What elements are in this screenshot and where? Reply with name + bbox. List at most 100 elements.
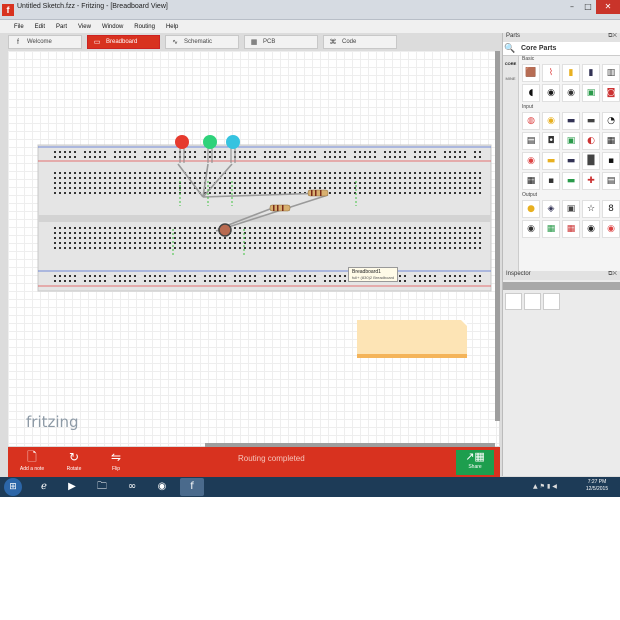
rotate-button[interactable]: ↻ Rotate <box>54 450 94 472</box>
canvas-vertical-scrollbar[interactable] <box>495 51 500 421</box>
part-icon[interactable]: ◙ <box>602 84 620 102</box>
file-explorer-icon[interactable]: 🗀 <box>90 478 114 496</box>
breadboard-hole <box>69 151 71 153</box>
breadboard-hole <box>124 187 126 189</box>
part-icon[interactable]: ▦ <box>562 220 580 238</box>
part-icon[interactable]: ▦ <box>542 220 560 238</box>
tab-schematic[interactable]: ∿ Schematic <box>165 35 239 49</box>
part-icon[interactable]: ▦ <box>522 172 540 190</box>
part-icon[interactable]: ✚ <box>582 172 600 190</box>
flip-button[interactable]: ⇋ Flip <box>96 450 136 472</box>
start-button-icon[interactable]: ⊞ <box>4 478 22 496</box>
part-icon[interactable]: ⌇ <box>542 64 560 82</box>
breadboard-hole <box>94 275 96 277</box>
bin-tab[interactable] <box>503 221 518 236</box>
tab-welcome[interactable]: f Welcome <box>8 35 82 49</box>
part-icon[interactable]: ◍ <box>522 112 540 130</box>
arduino-icon[interactable]: ∞ <box>120 478 144 496</box>
fritzing-taskbar-icon[interactable]: f <box>180 478 204 496</box>
part-icon[interactable]: ▪ <box>542 172 560 190</box>
bin-tab[interactable] <box>503 236 518 251</box>
part-icon[interactable]: ◉ <box>582 220 600 238</box>
breadboard-hole <box>344 275 346 277</box>
part-icon[interactable]: ◉ <box>522 152 540 170</box>
menu-window[interactable]: Window <box>102 24 123 30</box>
part-icon[interactable]: ◉ <box>602 220 620 238</box>
part-icon[interactable]: ▬ <box>542 152 560 170</box>
media-player-icon[interactable]: ▶ <box>60 478 84 496</box>
bin-tab[interactable] <box>503 131 518 146</box>
bin-tab[interactable] <box>503 206 518 221</box>
search-icon[interactable]: 🔍 <box>503 44 517 54</box>
breadboard-hole <box>119 151 121 153</box>
part-icon[interactable]: ◈ <box>542 200 560 218</box>
part-icon[interactable]: ▣ <box>582 84 600 102</box>
part-icon[interactable]: ◉ <box>542 84 560 102</box>
part-icon[interactable]: ● <box>522 200 540 218</box>
part-icon[interactable]: 8 <box>602 200 620 218</box>
menu-part[interactable]: Part <box>56 24 67 30</box>
menu-edit[interactable]: Edit <box>35 24 45 30</box>
system-tray-icons[interactable]: ▲⚑▮◀ <box>533 483 559 490</box>
sticky-note[interactable] <box>357 320 467 358</box>
menu-routing[interactable]: Routing <box>134 24 155 30</box>
bin-tab[interactable] <box>503 116 518 131</box>
part-icon[interactable]: ▣ <box>562 200 580 218</box>
part-icon[interactable]: ▬ <box>562 172 580 190</box>
part-icon[interactable]: 🟫 <box>522 64 540 82</box>
menu-view[interactable]: View <box>78 24 91 30</box>
part-icon[interactable]: ☆ <box>582 200 600 218</box>
part-icon[interactable]: ▬ <box>582 112 600 130</box>
bin-tab[interactable] <box>503 251 518 266</box>
chrome-icon[interactable]: ◉ <box>150 478 174 496</box>
breadboard-hole <box>344 177 346 179</box>
tab-pcb[interactable]: ▦ PCB <box>244 35 318 49</box>
part-icon[interactable]: ▬ <box>562 152 580 170</box>
share-button[interactable]: ↗▦ Share <box>456 450 494 475</box>
add-note-button[interactable]: 🗋 Add a note <box>12 450 52 472</box>
breadboard-canvas[interactable]: Breadboard1 full+ (830)2 Breadboard frit… <box>8 51 499 446</box>
bin-tab[interactable] <box>503 101 518 116</box>
part-icon[interactable]: ▤ <box>602 172 620 190</box>
tab-code[interactable]: ⌘ Code <box>323 35 397 49</box>
part-icon[interactable]: ▦ <box>602 132 620 150</box>
bin-tab[interactable] <box>503 176 518 191</box>
part-icon[interactable]: ◖ <box>522 84 540 102</box>
breadboard-hole <box>444 237 446 239</box>
part-icon[interactable]: ▮ <box>562 64 580 82</box>
part-icon[interactable]: ◉ <box>542 112 560 130</box>
panel-float-close-icon[interactable]: ⧉✕ <box>608 271 617 278</box>
tab-breadboard[interactable]: ▭ Breadboard <box>87 35 160 49</box>
breadboard-hole <box>459 177 461 179</box>
maximize-icon[interactable]: □ <box>580 0 596 14</box>
minimize-icon[interactable]: – <box>564 0 580 14</box>
part-icon[interactable]: ◉ <box>562 84 580 102</box>
part-icon[interactable]: ▮ <box>582 64 600 82</box>
part-icon[interactable]: ▪ <box>602 152 620 170</box>
ie-icon[interactable]: ℯ <box>32 478 56 496</box>
part-icon[interactable]: ▬ <box>562 112 580 130</box>
bin-tab[interactable]: CORE <box>503 56 518 71</box>
part-icon[interactable]: ◔ <box>602 112 620 130</box>
menu-help[interactable]: Help <box>166 24 178 30</box>
bin-tab[interactable] <box>503 191 518 206</box>
close-icon[interactable]: ✕ <box>596 0 620 14</box>
menu-file[interactable]: File <box>14 24 24 30</box>
part-icon[interactable]: ▤ <box>522 132 540 150</box>
part-icon[interactable]: ▣ <box>562 132 580 150</box>
bin-tab[interactable] <box>503 86 518 101</box>
part-icon[interactable]: █ <box>582 152 600 170</box>
bin-tab[interactable]: MINE <box>503 71 518 86</box>
part-icon[interactable]: ◉ <box>522 220 540 238</box>
breadboard-hole <box>139 247 141 249</box>
part-icon[interactable]: ◐ <box>582 132 600 150</box>
taskbar-clock[interactable]: 7:27 PM 12/5/2015 <box>578 479 616 493</box>
breadboard-hole <box>174 177 176 179</box>
part-icon[interactable]: ▥ <box>602 64 620 82</box>
breadboard-hole <box>174 192 176 194</box>
part-icon[interactable]: ◘ <box>542 132 560 150</box>
bin-tab[interactable] <box>503 161 518 176</box>
bin-tab[interactable] <box>503 146 518 161</box>
breadboard-drawing[interactable] <box>8 51 499 446</box>
panel-float-close-icon[interactable]: ⧉✕ <box>608 33 617 40</box>
